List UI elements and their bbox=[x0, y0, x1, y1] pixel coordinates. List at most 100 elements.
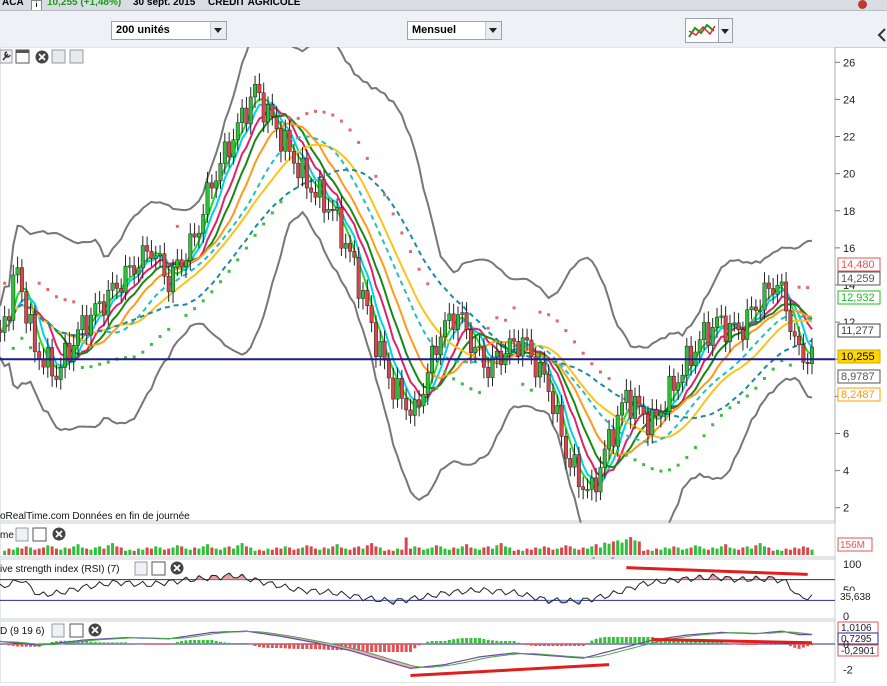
volume-bar bbox=[244, 546, 248, 555]
volume-bar bbox=[573, 548, 577, 555]
sar-dot bbox=[452, 377, 456, 381]
candle-body bbox=[184, 260, 188, 268]
indicators-button[interactable] bbox=[685, 18, 719, 43]
units-select[interactable]: 200 unités bbox=[111, 21, 227, 40]
sar-dot bbox=[339, 119, 343, 123]
macd-panel-title: D (9 19 6) bbox=[0, 626, 44, 637]
candle-body bbox=[425, 372, 430, 395]
wrench-icon[interactable] bbox=[15, 527, 29, 542]
window-icon[interactable] bbox=[69, 623, 84, 638]
candle-body bbox=[645, 413, 650, 436]
candle-body bbox=[551, 391, 555, 414]
ticker-label: ACA bbox=[2, 0, 24, 8]
volume-bar bbox=[620, 542, 624, 555]
sar-dot bbox=[313, 109, 317, 113]
candle-body bbox=[89, 314, 93, 336]
sar-dot bbox=[711, 423, 715, 427]
volume-bar bbox=[555, 548, 559, 555]
toolbar: 200 unités Mensuel bbox=[0, 11, 887, 48]
candle-body bbox=[279, 128, 283, 152]
volume-bar bbox=[404, 537, 408, 555]
candle-body bbox=[792, 331, 797, 337]
sar-dot bbox=[175, 224, 179, 228]
sar-dot bbox=[806, 286, 810, 290]
volume-bar bbox=[516, 549, 520, 555]
candle-body bbox=[624, 389, 629, 403]
volume-bar bbox=[29, 547, 33, 555]
move-down-icon[interactable] bbox=[51, 49, 66, 64]
volume-bar bbox=[11, 549, 15, 555]
volume-bar bbox=[400, 549, 404, 555]
volume-bar bbox=[378, 547, 382, 555]
volume-bar bbox=[374, 546, 378, 555]
chart-svg[interactable]: 2468101214161820222426 14,48014,25912,93… bbox=[0, 17, 887, 684]
wrench-icon[interactable] bbox=[134, 561, 148, 576]
volume-bar bbox=[728, 547, 732, 555]
candle-body bbox=[408, 409, 413, 416]
sar-dot bbox=[659, 469, 663, 473]
candle-body bbox=[391, 377, 396, 400]
candle-body bbox=[620, 402, 624, 416]
price-change-label: 10,255 (+1,48%) bbox=[47, 0, 122, 8]
info-icon[interactable]: i bbox=[31, 0, 42, 10]
volume-bar bbox=[780, 550, 784, 555]
indicators-menu-button[interactable] bbox=[719, 18, 733, 43]
candle-body bbox=[633, 395, 637, 419]
volume-bar bbox=[538, 548, 542, 555]
candle-body bbox=[542, 362, 547, 375]
period-select[interactable]: Mensuel bbox=[407, 21, 502, 40]
candle-body bbox=[240, 107, 245, 123]
chevron-down-icon[interactable] bbox=[210, 22, 226, 39]
sar-dot bbox=[503, 318, 507, 322]
candle-body bbox=[58, 367, 63, 380]
candle-body bbox=[775, 285, 780, 295]
candle-body bbox=[797, 335, 801, 346]
candle-body bbox=[732, 322, 737, 325]
candle-body bbox=[309, 187, 314, 193]
sar-dot bbox=[512, 306, 516, 310]
candle-body bbox=[261, 92, 266, 123]
macd-value-label: 1,0106 bbox=[841, 623, 872, 634]
candle-body bbox=[499, 350, 504, 366]
candle-body bbox=[784, 281, 789, 312]
volume-bar bbox=[456, 548, 460, 555]
candle-body bbox=[24, 291, 29, 324]
sar-dot bbox=[132, 355, 136, 359]
candle-body bbox=[697, 339, 702, 353]
volume-bar bbox=[59, 549, 63, 555]
candle-body bbox=[412, 399, 417, 416]
window-icon[interactable] bbox=[151, 561, 166, 576]
volume-bar bbox=[763, 546, 767, 555]
date-label: 30 sept. 2015 bbox=[133, 0, 196, 8]
volume-bar bbox=[607, 543, 611, 555]
sar-dot bbox=[616, 449, 620, 453]
sar-dot bbox=[37, 281, 41, 285]
volume-bar bbox=[339, 547, 343, 555]
scroll-tab-icon[interactable] bbox=[876, 27, 887, 46]
candle-body bbox=[283, 129, 288, 152]
candle-body bbox=[706, 322, 711, 346]
volume-bar bbox=[33, 549, 37, 555]
window-icon[interactable] bbox=[32, 527, 47, 542]
candle-body bbox=[140, 245, 145, 269]
volume-bar bbox=[702, 548, 706, 555]
sar-dot bbox=[573, 340, 577, 344]
candle-body bbox=[153, 255, 158, 259]
close-dot-icon[interactable] bbox=[858, 0, 867, 9]
candle-body bbox=[456, 314, 460, 330]
volume-bar bbox=[167, 548, 171, 555]
volume-bar bbox=[50, 546, 54, 555]
volume-bar bbox=[737, 549, 741, 555]
sar-dot bbox=[555, 319, 559, 323]
wrench-icon[interactable] bbox=[51, 623, 65, 638]
candle-body bbox=[192, 233, 197, 238]
price-label: 11,277 bbox=[841, 325, 874, 337]
chevron-down-icon[interactable] bbox=[485, 22, 501, 39]
sar-dot bbox=[106, 360, 110, 364]
volume-bar bbox=[646, 549, 650, 555]
move-up-icon[interactable] bbox=[69, 49, 84, 64]
volume-bar bbox=[46, 545, 50, 555]
candle-body bbox=[19, 267, 24, 292]
volume-bar bbox=[594, 544, 598, 555]
sar-dot bbox=[167, 327, 171, 331]
